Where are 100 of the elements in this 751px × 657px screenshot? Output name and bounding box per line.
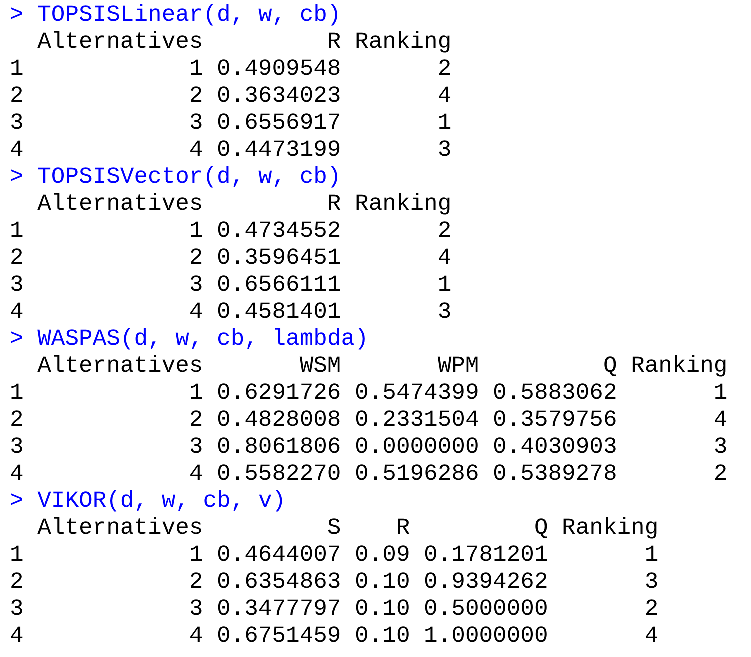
row-label: 4 bbox=[10, 137, 24, 164]
row-label: 3 bbox=[10, 596, 24, 623]
table-cell-text: 4 bbox=[188, 623, 204, 650]
table-cell-text: 3 bbox=[436, 137, 452, 164]
row-label: 2 bbox=[10, 407, 24, 434]
column-header: Alternatives bbox=[38, 515, 204, 542]
column-header: Ranking bbox=[355, 29, 452, 56]
table-cell-text: 4 bbox=[712, 407, 728, 434]
table-cell-text: 3 bbox=[188, 434, 204, 461]
row-label: 4 bbox=[10, 299, 24, 326]
table-cell: 0.1781201 bbox=[424, 542, 548, 569]
column-header: R bbox=[326, 191, 342, 218]
table-cell: 0.6751459 bbox=[217, 623, 342, 650]
table-cell: 1.0000000 bbox=[424, 623, 548, 650]
table-cell-text: 4 bbox=[436, 245, 452, 272]
column-header: Alternatives bbox=[38, 29, 204, 56]
row-label: 2 bbox=[10, 569, 24, 596]
table-cell: 0.6566111 bbox=[217, 272, 342, 299]
table-cell: 0.4030903 bbox=[493, 434, 618, 461]
table-cell: 0.4734552 bbox=[217, 218, 342, 245]
table-cell-text: 2 bbox=[188, 245, 204, 272]
table-cell-text: 2 bbox=[712, 461, 728, 488]
table-cell: 0.5474399 bbox=[355, 380, 480, 407]
table-cell: 0.3579756 bbox=[493, 407, 618, 434]
row-label: 1 bbox=[10, 380, 24, 407]
column-header: S bbox=[326, 515, 342, 542]
table-cell: 0.4581401 bbox=[217, 299, 342, 326]
table-cell: 0.5196286 bbox=[355, 461, 480, 488]
table-cell-text: 4 bbox=[644, 623, 659, 650]
command-line: > TOPSISLinear(d, w, cb) bbox=[10, 2, 342, 29]
table-cell-text: 3 bbox=[188, 596, 204, 623]
table-cell: 0.5883062 bbox=[493, 380, 618, 407]
table-cell-text: 4 bbox=[188, 137, 204, 164]
table-cell-text: 4 bbox=[188, 299, 204, 326]
table-cell: 0.3477797 bbox=[217, 596, 342, 623]
table-cell: 0.5000000 bbox=[424, 596, 548, 623]
column-header: R bbox=[326, 29, 342, 56]
row-label: 3 bbox=[10, 272, 24, 299]
table-cell-text: 3 bbox=[188, 272, 204, 299]
table-cell-text: 1 bbox=[712, 380, 728, 407]
command-line: > TOPSISVector(d, w, cb) bbox=[10, 164, 342, 191]
column-header: WPM bbox=[436, 353, 480, 380]
row-label: 2 bbox=[10, 83, 24, 110]
table-cell: 0.2331504 bbox=[355, 407, 480, 434]
column-header: Ranking bbox=[562, 515, 659, 542]
command-line: > WASPAS(d, w, cb, lambda) bbox=[10, 326, 369, 353]
row-label: 1 bbox=[10, 56, 24, 83]
table-cell: 0.6354863 bbox=[217, 569, 342, 596]
column-header: Ranking bbox=[631, 353, 728, 380]
table-cell: 0.09 bbox=[355, 542, 410, 569]
table-cell: 0.4473199 bbox=[217, 137, 342, 164]
table-cell: 0.5389278 bbox=[493, 461, 618, 488]
row-label: 3 bbox=[10, 110, 24, 137]
table-cell-text: 1 bbox=[188, 542, 204, 569]
table-cell-text: 3 bbox=[644, 569, 659, 596]
column-header: Alternatives bbox=[38, 191, 204, 218]
row-label: 2 bbox=[10, 245, 24, 272]
column-header: Ranking bbox=[355, 191, 452, 218]
row-label: 3 bbox=[10, 434, 24, 461]
table-cell: 0.4909548 bbox=[217, 56, 342, 83]
table-cell-text: 1 bbox=[436, 272, 452, 299]
table-cell: 0.8061806 bbox=[217, 434, 342, 461]
row-label: 4 bbox=[10, 461, 24, 488]
table-cell: 0.0000000 bbox=[355, 434, 480, 461]
table-cell-text: 2 bbox=[644, 596, 659, 623]
table-cell-text: 4 bbox=[436, 83, 452, 110]
table-cell-text: 3 bbox=[712, 434, 728, 461]
table-cell: 0.3596451 bbox=[217, 245, 342, 272]
table-cell-text: 2 bbox=[436, 218, 452, 245]
table-cell: 0.3634023 bbox=[217, 83, 342, 110]
table-cell-text: 1 bbox=[188, 56, 204, 83]
column-header: Q bbox=[533, 515, 548, 542]
table-cell-text: 1 bbox=[436, 110, 452, 137]
table-cell: 0.10 bbox=[355, 596, 410, 623]
table-cell-text: 1 bbox=[644, 542, 659, 569]
table-cell: 0.10 bbox=[355, 623, 410, 650]
table-cell-text: 3 bbox=[188, 110, 204, 137]
table-cell-text: 1 bbox=[188, 380, 204, 407]
table-cell: 0.5582270 bbox=[217, 461, 342, 488]
column-header: WSM bbox=[298, 353, 342, 380]
table-cell: 0.10 bbox=[355, 569, 410, 596]
table-cell: 0.4828008 bbox=[217, 407, 342, 434]
table-cell-text: 4 bbox=[188, 461, 204, 488]
table-cell-text: 2 bbox=[188, 83, 204, 110]
table-cell: 0.6291726 bbox=[217, 380, 342, 407]
row-label: 1 bbox=[10, 218, 24, 245]
table-cell-text: 2 bbox=[436, 56, 452, 83]
column-header: R bbox=[395, 515, 410, 542]
column-header: Q bbox=[602, 353, 618, 380]
column-header: Alternatives bbox=[38, 353, 204, 380]
row-label: 1 bbox=[10, 542, 24, 569]
table-cell: 0.4644007 bbox=[217, 542, 342, 569]
table-cell-text: 1 bbox=[188, 218, 204, 245]
row-label: 4 bbox=[10, 623, 24, 650]
table-cell: 0.6556917 bbox=[217, 110, 342, 137]
table-cell: 0.9394262 bbox=[424, 569, 548, 596]
command-line: > VIKOR(d, w, cb, v) bbox=[10, 488, 286, 515]
table-cell-text: 2 bbox=[188, 407, 204, 434]
table-cell-text: 3 bbox=[436, 299, 452, 326]
table-cell-text: 2 bbox=[188, 569, 204, 596]
